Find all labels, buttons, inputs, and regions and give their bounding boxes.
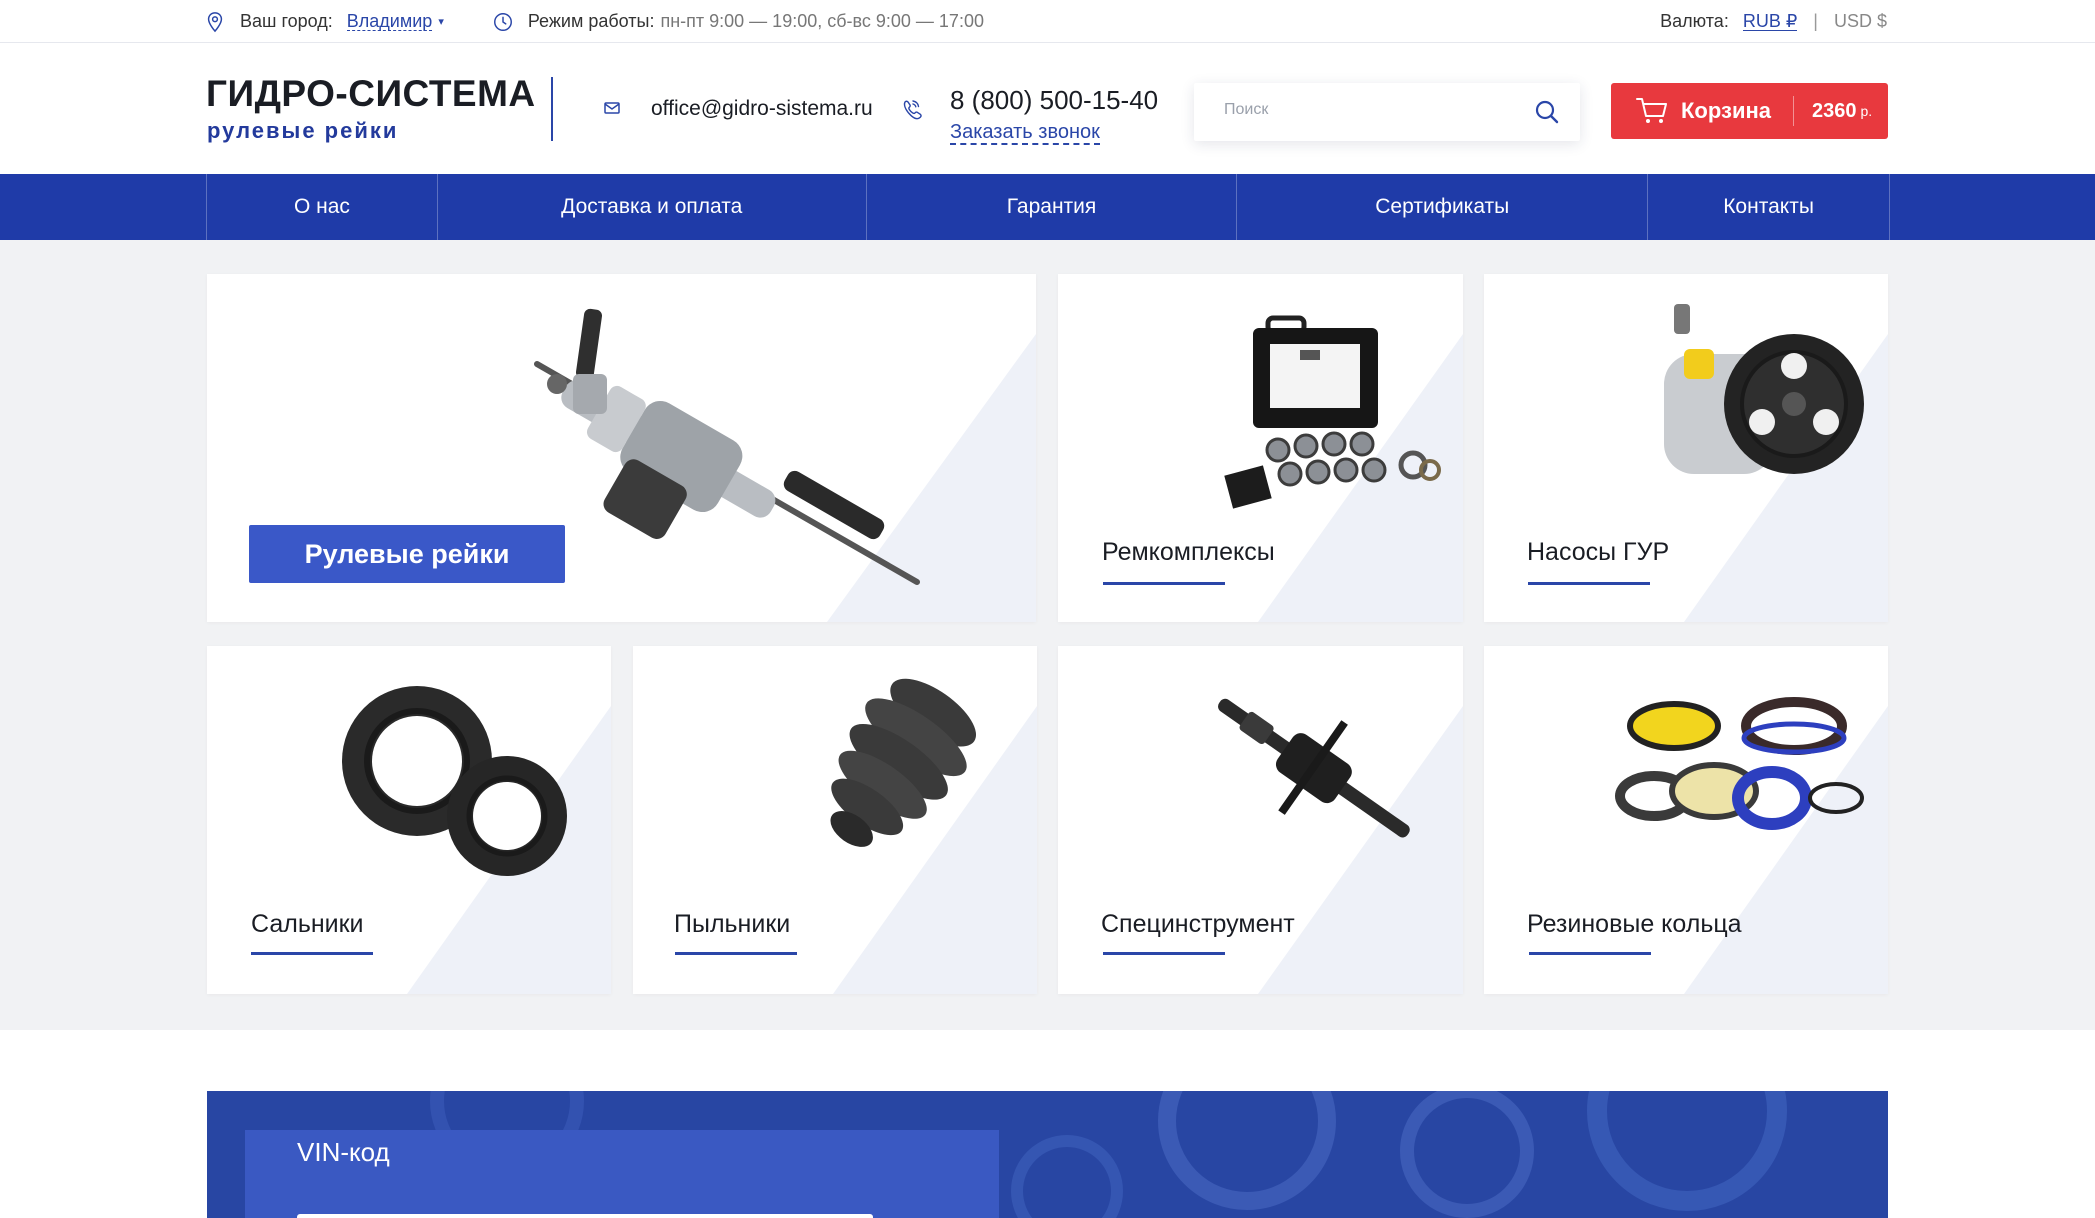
phone-number[interactable]: 8 (800) 500-15-40	[950, 85, 1158, 116]
category-label-special-tools: Специнструмент	[1101, 910, 1295, 938]
currency-usd-link[interactable]: USD $	[1834, 11, 1887, 32]
city-selector[interactable]: Владимир	[346, 12, 433, 31]
cart-icon	[1636, 98, 1667, 123]
search-box	[1194, 83, 1580, 141]
header: ГИДРО-СИСТЕМА рулевые рейки office@gidro…	[0, 43, 2095, 174]
location-pin-icon	[207, 11, 223, 32]
logo-title[interactable]: ГИДРО-СИСТЕМА	[206, 73, 536, 115]
category-underline	[675, 952, 797, 955]
chevron-down-icon[interactable]: ▾	[438, 15, 444, 28]
cart-total: 2360	[1812, 99, 1857, 122]
vin-title: VIN-код	[297, 1137, 390, 1167]
vin-input[interactable]	[297, 1214, 873, 1218]
nav-item-delivery[interactable]: Доставка и оплата	[438, 174, 867, 240]
category-label-rubber-rings: Резиновые кольца	[1527, 910, 1742, 938]
nav-item-about[interactable]: О нас	[207, 174, 438, 240]
callback-link[interactable]: Заказать звонок	[950, 121, 1100, 145]
email-link[interactable]: office@gidro-sistema.ru	[651, 97, 873, 121]
category-underline	[1103, 582, 1225, 585]
category-label-oil-seals: Сальники	[251, 910, 364, 938]
category-underline	[251, 952, 373, 955]
category-card-repair-kits[interactable]: Ремкомплексы	[1058, 274, 1463, 622]
top-bar: Ваш город: Владимир ▾ Режим работы: пн-п…	[0, 0, 2095, 43]
category-label-repair-kits: Ремкомплексы	[1102, 538, 1275, 566]
clock-icon	[493, 12, 512, 31]
category-label-boots: Пыльники	[674, 910, 791, 938]
nav-item-contacts[interactable]: Контакты	[1648, 174, 1890, 240]
mail-icon	[604, 102, 620, 114]
category-underline	[1529, 952, 1651, 955]
rubber-rings-image	[1615, 697, 1864, 830]
hours-label: Режим работы:	[527, 11, 655, 31]
cart-divider	[1793, 96, 1794, 126]
category-underline	[1103, 952, 1225, 955]
category-card-steering-racks[interactable]: Рулевые рейки	[207, 274, 1036, 622]
category-card-oil-seals[interactable]: Сальники	[207, 646, 611, 994]
phone-icon	[903, 100, 922, 120]
category-button-steering-racks[interactable]: Рулевые рейки	[249, 525, 565, 583]
nav-item-certificates[interactable]: Сертификаты	[1237, 174, 1649, 240]
category-card-boots[interactable]: Пыльники	[633, 646, 1037, 994]
city-label: Ваш город:	[240, 11, 333, 31]
category-card-special-tools[interactable]: Специнструмент	[1058, 646, 1463, 994]
category-underline	[1528, 582, 1650, 585]
search-icon[interactable]	[1532, 97, 1562, 127]
repair-kit-image	[1224, 315, 1441, 509]
logo-divider	[551, 77, 553, 141]
main-nav: О нас Доставка и оплата Гарантия Сертифи…	[0, 174, 2095, 240]
currency-separator: |	[1813, 11, 1818, 31]
cart-button[interactable]: Корзина 2360 р.	[1611, 83, 1888, 139]
category-card-rubber-rings[interactable]: Резиновые кольца	[1484, 646, 1888, 994]
hours-value: пн-пт 9:00 — 19:00, сб-вс 9:00 — 17:00	[660, 11, 984, 31]
boot-image	[830, 678, 977, 847]
logo-subtitle: рулевые рейки	[207, 118, 399, 143]
cart-label: Корзина	[1681, 98, 1771, 123]
special-tool-image	[1218, 698, 1410, 838]
pump-image	[1664, 304, 1864, 474]
search-input[interactable]	[1224, 101, 1514, 119]
cart-currency: р.	[1860, 103, 1873, 119]
category-card-power-steering-pumps[interactable]: Насосы ГУР	[1484, 274, 1888, 622]
catalog-section: Рулевые рейки Ремкомплексы Насосы ГУР Са…	[0, 240, 2095, 1030]
currency-rub-link[interactable]: RUB ₽	[1742, 12, 1798, 31]
currency-label: Валюта:	[1660, 11, 1729, 31]
category-label-pumps: Насосы ГУР	[1527, 538, 1670, 566]
nav-item-warranty[interactable]: Гарантия	[867, 174, 1238, 240]
vin-request-section: VIN-код	[207, 1091, 1888, 1218]
oil-seal-image	[342, 686, 567, 876]
